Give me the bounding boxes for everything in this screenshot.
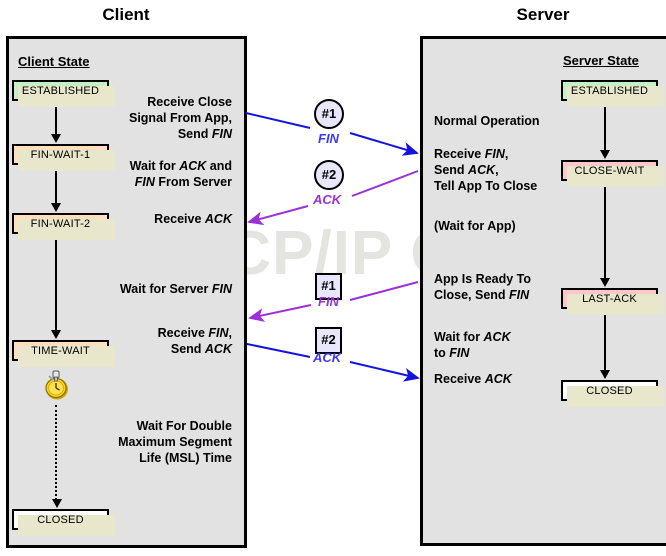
client-event-2: Receive ACK — [154, 212, 232, 226]
client-event-5: Wait For Double Maximum Segment Life (MSL)… — [118, 419, 232, 465]
client-column-title: Client — [102, 5, 150, 24]
client-event-1: Wait for ACK and FIN From Server — [129, 159, 232, 189]
server-event-4: Wait for ACK to FIN — [434, 330, 511, 360]
client-arrow-established-to-finwait1 — [51, 104, 61, 143]
client-arrow-finwait2-to-timewait — [51, 237, 61, 339]
server-event-3: App Is Ready To Close, Send FIN — [434, 272, 532, 302]
client-event-0: Receive Close Signal From App, Send FIN — [128, 95, 232, 141]
client-arrow-timewait-to-closed — [52, 405, 62, 508]
message-label-ack-1: ACK — [313, 192, 342, 207]
tcp-connection-termination-diagram: The TCP/IP Guide Client Server Client St… — [0, 0, 666, 556]
client-event-3: Wait for Server FIN — [119, 282, 232, 296]
message-marker-1-fin: #1 — [314, 99, 344, 129]
server-state-heading: Server State — [563, 53, 639, 68]
client-arrow-finwait1-to-finwait2 — [51, 168, 61, 212]
stopwatch-icon — [45, 370, 68, 400]
client-state-heading: Client State — [18, 54, 90, 69]
message-marker-2-ack: #2 — [314, 160, 344, 190]
server-event-5: Receive ACK — [434, 372, 512, 386]
server-column-title: Server — [516, 5, 570, 24]
server-state-established: ESTABLISHED — [561, 80, 664, 107]
message-label-ack-2: ACK — [313, 350, 342, 365]
client-state-closed: CLOSED — [12, 509, 115, 536]
message-label-fin-2: FIN — [318, 294, 339, 309]
client-event-4: Receive FIN, Send ACK — [157, 326, 232, 356]
server-event-1: Receive FIN, Send ACK, Tell App To Close — [434, 147, 538, 193]
message-label-fin-1: FIN — [318, 131, 339, 146]
server-event-0: Normal Operation — [434, 114, 540, 128]
server-event-2: (Wait for App) — [434, 219, 516, 233]
